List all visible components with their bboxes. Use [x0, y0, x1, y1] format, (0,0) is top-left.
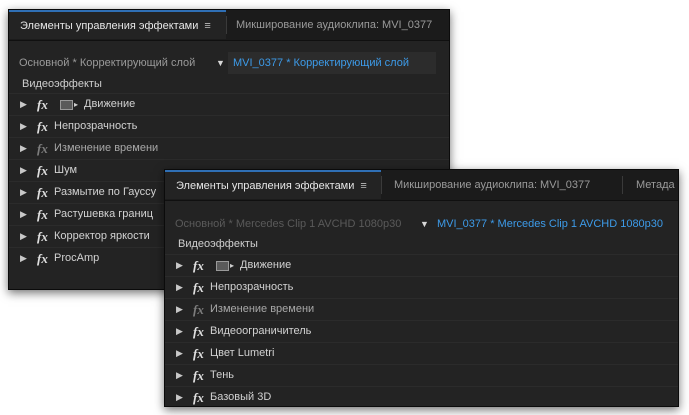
- tab-audio-clip-mixer[interactable]: Микширование аудиоклипа: MVI_0377: [236, 10, 432, 40]
- effect-label: Изменение времени: [54, 142, 159, 154]
- motion-transform-icon[interactable]: [60, 100, 73, 110]
- expand-triangle-icon[interactable]: ▶: [176, 387, 183, 406]
- effect-label: Корректор яркости: [54, 230, 150, 242]
- effect-label: ProcAmp: [54, 252, 100, 264]
- tab-bar: Элементы управления эффектами ≡ Микширова…: [9, 10, 449, 41]
- effect-label: Непрозрачность: [210, 281, 294, 293]
- motion-arrow-icon: ▸: [74, 100, 79, 109]
- tab-effect-controls[interactable]: Элементы управления эффектами ≡: [165, 170, 381, 199]
- effect-label: Цвет Lumetri: [210, 347, 275, 359]
- effect-row[interactable]: ▶ fx ▸ Движение: [165, 254, 678, 276]
- expand-triangle-icon[interactable]: ▶: [176, 365, 183, 386]
- expand-triangle-icon[interactable]: ▶: [20, 248, 27, 269]
- master-clip-label[interactable]: Основной * Корректирующий слой: [9, 52, 195, 74]
- expand-triangle-icon[interactable]: ▶: [20, 116, 27, 137]
- fx-toggle-icon[interactable]: fx: [193, 387, 204, 406]
- fx-toggle-icon[interactable]: fx: [37, 182, 48, 203]
- chevron-down-icon[interactable]: ▼: [216, 52, 225, 74]
- effect-row[interactable]: ▶ fx Изменение времени: [165, 298, 678, 320]
- source-row: Основной * Корректирующий слой ▼ MVI_037…: [9, 52, 449, 74]
- effect-row[interactable]: ▶ fx Тень: [165, 364, 678, 386]
- expand-triangle-icon[interactable]: ▶: [176, 321, 183, 342]
- effect-label: Шум: [54, 164, 78, 176]
- fx-toggle-icon[interactable]: fx: [193, 343, 204, 364]
- effect-label: Движение: [240, 259, 292, 271]
- panel-menu-icon[interactable]: ≡: [204, 20, 210, 32]
- expand-triangle-icon[interactable]: ▶: [20, 182, 27, 203]
- expand-triangle-icon[interactable]: ▶: [176, 299, 183, 320]
- fx-toggle-icon[interactable]: fx: [37, 248, 48, 269]
- effect-label: Движение: [84, 98, 136, 110]
- expand-triangle-icon[interactable]: ▶: [20, 94, 27, 115]
- master-clip-label[interactable]: Основной * Mercedes Clip 1 AVCHD 1080p30: [165, 213, 401, 235]
- effect-row[interactable]: ▶ fx Видеоограничитель: [165, 320, 678, 342]
- panel-menu-icon[interactable]: ≡: [360, 180, 366, 192]
- expand-triangle-icon[interactable]: ▶: [20, 160, 27, 181]
- tab-audio-clip-mixer[interactable]: Микширование аудиоклипа: MVI_0377: [394, 170, 590, 200]
- fx-toggle-icon[interactable]: fx: [37, 138, 48, 159]
- fx-toggle-icon[interactable]: fx: [37, 204, 48, 225]
- expand-triangle-icon[interactable]: ▶: [176, 343, 183, 364]
- motion-arrow-icon: ▸: [230, 261, 235, 270]
- tab-separator: [622, 176, 623, 194]
- fx-toggle-icon[interactable]: fx: [37, 226, 48, 247]
- fx-toggle-icon[interactable]: fx: [193, 255, 204, 276]
- section-header-video-effects: Видеоэффекты: [22, 78, 102, 90]
- expand-triangle-icon[interactable]: ▶: [20, 226, 27, 247]
- fx-toggle-icon[interactable]: fx: [37, 160, 48, 181]
- tab-label: Метада: [636, 179, 675, 191]
- tab-metadata[interactable]: Метада: [636, 170, 675, 200]
- effect-label: Растушевка границ: [54, 208, 154, 220]
- effect-row[interactable]: ▶ fx Непрозрачность: [165, 276, 678, 298]
- chevron-down-icon[interactable]: ▼: [420, 213, 429, 235]
- tab-effect-controls[interactable]: Элементы управления эффектами ≡: [9, 10, 226, 39]
- motion-transform-icon[interactable]: [216, 261, 229, 271]
- fx-toggle-icon[interactable]: fx: [37, 116, 48, 137]
- tab-label: Элементы управления эффектами: [20, 20, 199, 32]
- expand-triangle-icon[interactable]: ▶: [176, 277, 183, 298]
- tab-separator: [381, 176, 382, 194]
- effect-row[interactable]: ▶ fx Непрозрачность: [9, 115, 449, 137]
- sequence-clip-label[interactable]: MVI_0377 * Корректирующий слой: [228, 52, 436, 74]
- effect-row[interactable]: ▶ fx Изменение времени: [9, 137, 449, 159]
- fx-toggle-icon[interactable]: fx: [193, 365, 204, 386]
- fx-toggle-icon[interactable]: fx: [193, 277, 204, 298]
- expand-triangle-icon[interactable]: ▶: [20, 138, 27, 159]
- tab-label: Элементы управления эффектами: [176, 180, 355, 192]
- source-row: Основной * Mercedes Clip 1 AVCHD 1080p30…: [165, 213, 678, 235]
- effect-row[interactable]: ▶ fx ▸ Движение: [9, 93, 449, 115]
- expand-triangle-icon[interactable]: ▶: [176, 255, 183, 276]
- fx-toggle-icon[interactable]: fx: [193, 299, 204, 320]
- effect-row[interactable]: ▶ fx Базовый 3D: [165, 386, 678, 406]
- tab-bar: Элементы управления эффектами ≡ Микширова…: [165, 170, 678, 201]
- effect-label: Изменение времени: [210, 303, 315, 315]
- fx-toggle-icon[interactable]: fx: [37, 94, 48, 115]
- fx-toggle-icon[interactable]: fx: [193, 321, 204, 342]
- expand-triangle-icon[interactable]: ▶: [20, 204, 27, 225]
- tab-label: Микширование аудиоклипа: MVI_0377: [236, 19, 433, 31]
- effect-controls-panel-front: Элементы управления эффектами ≡ Микширова…: [164, 169, 679, 407]
- effect-label: Размытие по Гауссу: [54, 186, 157, 198]
- effects-list: ▶ fx ▸ Движение ▶ fx Непрозрачность ▶ fx Изменени…: [165, 254, 678, 406]
- effect-label: Видеоограничитель: [210, 325, 312, 337]
- effect-label: Базовый 3D: [210, 391, 272, 403]
- effect-row[interactable]: ▶ fx Цвет Lumetri: [165, 342, 678, 364]
- tab-label: Микширование аудиоклипа: MVI_0377: [394, 179, 591, 191]
- effect-label: Тень: [210, 369, 235, 381]
- tab-separator: [226, 16, 227, 34]
- sequence-clip-label[interactable]: MVI_0377 * Mercedes Clip 1 AVCHD 1080p30: [432, 213, 673, 235]
- effect-label: Непрозрачность: [54, 120, 138, 132]
- section-header-video-effects: Видеоэффекты: [178, 238, 258, 250]
